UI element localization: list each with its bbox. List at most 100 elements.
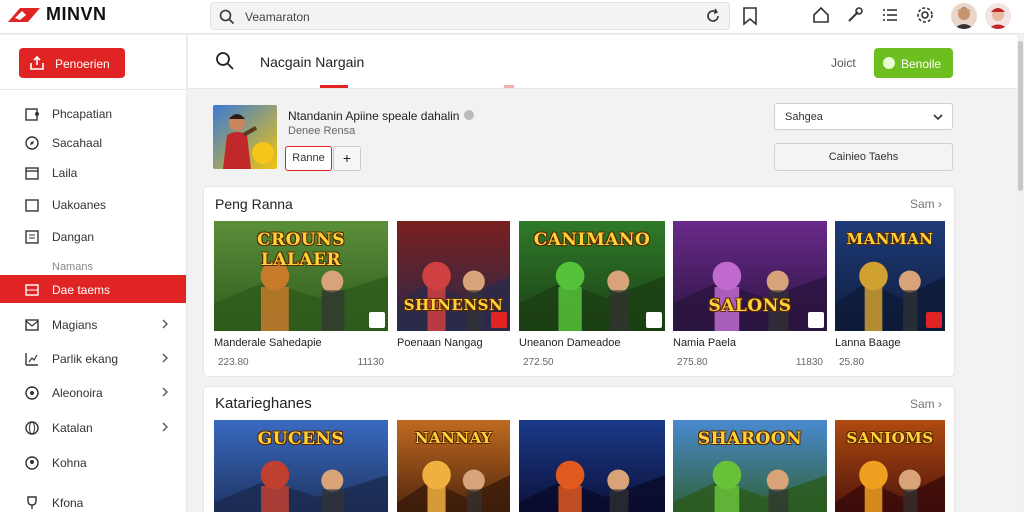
game-cover-title: SHAROON (697, 428, 803, 449)
platform-badge-icon (369, 312, 385, 328)
sidebar: Penoerien Phcapatian Sacahaal Laila Uakoane… (0, 35, 187, 512)
trophy-icon (24, 495, 40, 511)
primary-action-button[interactable]: Penoerien (19, 48, 125, 78)
page-title: Nacgain Nargain (260, 54, 365, 70)
cta-button[interactable]: Benoile (874, 48, 953, 78)
section-card-categories: Katarieghanes Sam › GUCENS NANNAY SHAROON S… (204, 387, 954, 512)
sidebar-item[interactable]: Dangan (0, 222, 186, 250)
platform-badge-icon (491, 312, 507, 328)
top-bar: MINVN Veamaraton (0, 0, 1024, 34)
game-cover-title: GUCENS (257, 428, 345, 449)
featured-action-button[interactable]: Ranne (285, 146, 332, 171)
sidebar-item-label: Aleonoira (52, 386, 103, 400)
game-cover-title: CROUNS LALAER (256, 229, 346, 270)
featured-thumbnail[interactable] (213, 105, 277, 169)
see-all-link[interactable]: Sam › (910, 397, 942, 411)
search-icon (219, 9, 235, 25)
calendar-icon (24, 165, 40, 181)
scrollbar-thumb[interactable] (1018, 41, 1023, 191)
cta-icon (883, 57, 895, 69)
featured-title: Ntandanin Apiine speale dahalin (288, 109, 460, 123)
list-icon[interactable] (881, 6, 899, 24)
game-cover-title: SALONS (708, 295, 792, 316)
sidebar-item-label: Dae taems (52, 283, 111, 297)
chevron-right-icon (160, 352, 170, 364)
verified-icon (464, 110, 474, 120)
game-price: 25.80 (839, 357, 865, 368)
chevron-right-icon (160, 386, 170, 398)
game-price: 223.80 (218, 357, 249, 368)
avatar[interactable] (951, 3, 977, 29)
sort-select-value: Sahgea (785, 111, 823, 123)
game-cover[interactable]: NANNAY (397, 420, 510, 512)
sidebar-item-label: Katalan (52, 421, 93, 435)
game-cover[interactable]: SHAROON (673, 420, 827, 512)
sidebar-item[interactable]: Dae taems (0, 275, 186, 303)
platform-badge-icon (646, 312, 662, 328)
game-cover[interactable]: GUCENS (214, 420, 388, 512)
profile-avatar[interactable] (985, 3, 1011, 29)
game-title: Uneanon Dameadoe (519, 337, 621, 349)
gear-icon[interactable] (916, 6, 934, 24)
join-link[interactable]: Joict (831, 56, 856, 70)
sidebar-item-label: Parlik ekang (52, 352, 119, 366)
sidebar-item-label: Sacahaal (52, 136, 103, 150)
platform-badge-icon (926, 312, 942, 328)
bookmark-icon[interactable] (741, 6, 759, 26)
brand-logo-icon[interactable] (6, 6, 42, 26)
sidebar-item[interactable]: Magians (0, 310, 186, 338)
sort-select[interactable]: Sahgea (774, 103, 953, 130)
game-title: Namia Paela (673, 337, 736, 349)
secondary-button[interactable]: Cainieo Taehs (774, 143, 953, 171)
compass-icon (24, 135, 40, 151)
tab-indicator (504, 85, 514, 88)
news-icon (24, 229, 40, 245)
sidebar-item[interactable]: Uakoanes (0, 190, 186, 218)
global-search[interactable]: Veamaraton (210, 2, 730, 30)
add-button[interactable]: + (333, 146, 361, 171)
sidebar-item[interactable]: Kohna (0, 448, 186, 476)
sidebar-item-label: Dangan (52, 230, 95, 244)
search-icon[interactable] (215, 51, 235, 71)
sidebar-item-label: Namans (52, 261, 93, 273)
upload-icon (29, 55, 45, 71)
mail-icon (24, 317, 40, 333)
chevron-down-icon (932, 112, 944, 122)
chevron-right-icon (160, 318, 170, 330)
scrollbar[interactable] (1017, 35, 1024, 512)
game-cover[interactable]: SHINENSN (397, 221, 510, 331)
sidebar-item[interactable]: Katalan (0, 413, 186, 441)
sidebar-item[interactable]: Kfona (0, 488, 186, 512)
sidebar-item-label: Uakoanes (52, 198, 107, 212)
game-cover[interactable]: SALONS (673, 221, 827, 331)
sidebar-item-label: Kohna (52, 456, 87, 470)
search-input[interactable]: Veamaraton (245, 10, 310, 24)
sidebar-item[interactable]: Phcapatian (0, 99, 186, 127)
game-cover[interactable]: CANIMANO (519, 221, 665, 331)
sidebar-item[interactable]: Aleonoira (0, 378, 186, 406)
grid-icon (24, 282, 40, 298)
box-icon (24, 197, 40, 213)
game-title: Manderale Sahedapie (214, 337, 322, 349)
section-card-popular: Peng Ranna Sam › CROUNS LALAER Manderale … (204, 187, 954, 376)
sidebar-item[interactable]: Sacahaal (0, 128, 186, 156)
refresh-icon[interactable] (705, 8, 721, 24)
home-icon[interactable] (812, 6, 830, 24)
see-all-label: Sam (909, 197, 935, 211)
game-cover-title: CANIMANO (533, 229, 651, 250)
game-cover[interactable]: SANIOMS (835, 420, 945, 512)
platform-badge-icon (808, 312, 824, 328)
featured-subtitle: Denee Rensa (288, 125, 356, 137)
brand-name[interactable]: MINVN (46, 4, 107, 25)
game-cover[interactable]: MANMAN (835, 221, 945, 331)
sidebar-item-label: Kfona (52, 496, 84, 510)
game-cover[interactable] (519, 420, 665, 512)
game-cover[interactable]: CROUNS LALAER (214, 221, 388, 331)
active-tab-indicator (320, 85, 348, 88)
sidebar-item[interactable]: Parlik ekang (0, 344, 186, 372)
game-cover-title: NANNAY (414, 428, 493, 447)
sidebar-item[interactable]: Laila (0, 158, 186, 186)
see-all-link[interactable]: Sam › (910, 197, 942, 211)
tools-icon[interactable] (846, 6, 864, 24)
primary-action-label: Penoerien (55, 57, 110, 71)
